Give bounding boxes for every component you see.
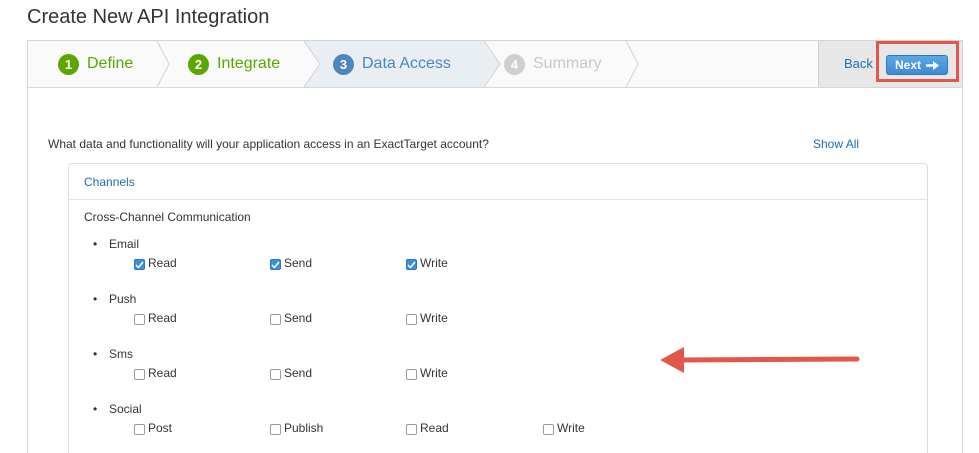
annotation-arrow-icon	[660, 347, 860, 373]
panel-header-title: Channels	[84, 175, 135, 189]
permission-push-write[interactable]: Write	[406, 311, 448, 325]
checkbox[interactable]	[134, 424, 145, 435]
wizard-steps-bar: 1 Define 2 Integrate 3 Data Access 4 Sum…	[28, 41, 962, 88]
permission-social-publish[interactable]: Publish	[270, 421, 323, 435]
checkbox[interactable]	[543, 424, 554, 435]
step-number-badge: 3	[333, 53, 354, 75]
channels-panel: Channels	[68, 163, 928, 453]
checkbox[interactable]	[270, 314, 281, 325]
step-number-badge: 1	[58, 53, 79, 75]
step-separator-icon	[303, 41, 321, 87]
show-all-link[interactable]: Show All	[813, 137, 859, 151]
step-number-badge: 2	[188, 53, 209, 75]
step-data-access[interactable]: 3 Data Access	[303, 41, 483, 87]
back-button[interactable]: Back	[844, 56, 873, 71]
step-label: Data Access	[362, 55, 451, 72]
page-title: Create New API Integration	[27, 6, 270, 28]
step-separator-icon	[625, 41, 639, 87]
section-title: Cross-Channel Communication	[84, 210, 251, 224]
step-label: Define	[87, 55, 134, 72]
step-separator-icon	[483, 41, 501, 87]
channels-panel-header[interactable]: Channels	[69, 164, 927, 200]
permission-social-write[interactable]: Write	[543, 421, 585, 435]
permission-email-read[interactable]: Read	[134, 256, 177, 270]
checkbox[interactable]	[406, 259, 417, 270]
checkbox[interactable]	[406, 424, 417, 435]
group-label-email: Email	[93, 237, 139, 251]
step-label: Summary	[533, 55, 602, 72]
permission-social-post[interactable]: Post	[134, 421, 172, 435]
permission-push-send[interactable]: Send	[270, 311, 312, 325]
permission-social-read[interactable]: Read	[406, 421, 449, 435]
checkbox[interactable]	[134, 314, 145, 325]
permission-sms-send[interactable]: Send	[270, 366, 312, 380]
step-integrate[interactable]: 2 Integrate	[188, 41, 318, 87]
group-label-push: Push	[93, 292, 136, 306]
next-button-highlight-box	[876, 41, 959, 82]
step-summary: 4 Summary	[504, 41, 634, 87]
checkbox[interactable]	[270, 369, 281, 380]
checkbox[interactable]	[406, 369, 417, 380]
checkbox[interactable]	[406, 314, 417, 325]
step-separator-icon	[156, 41, 170, 87]
permission-push-read[interactable]: Read	[134, 311, 177, 325]
group-label-social: Social	[93, 402, 142, 416]
checkbox[interactable]	[270, 259, 281, 270]
checkbox[interactable]	[134, 259, 145, 270]
permission-email-write[interactable]: Write	[406, 256, 448, 270]
group-label-sms: Sms	[93, 347, 133, 361]
checkbox[interactable]	[134, 369, 145, 380]
permission-sms-write[interactable]: Write	[406, 366, 448, 380]
checkbox[interactable]	[270, 424, 281, 435]
permission-sms-read[interactable]: Read	[134, 366, 177, 380]
step-label: Integrate	[217, 55, 281, 72]
permission-email-send[interactable]: Send	[270, 256, 312, 270]
data-access-question: What data and functionality will your ap…	[48, 137, 489, 151]
step-number-badge: 4	[504, 53, 525, 75]
